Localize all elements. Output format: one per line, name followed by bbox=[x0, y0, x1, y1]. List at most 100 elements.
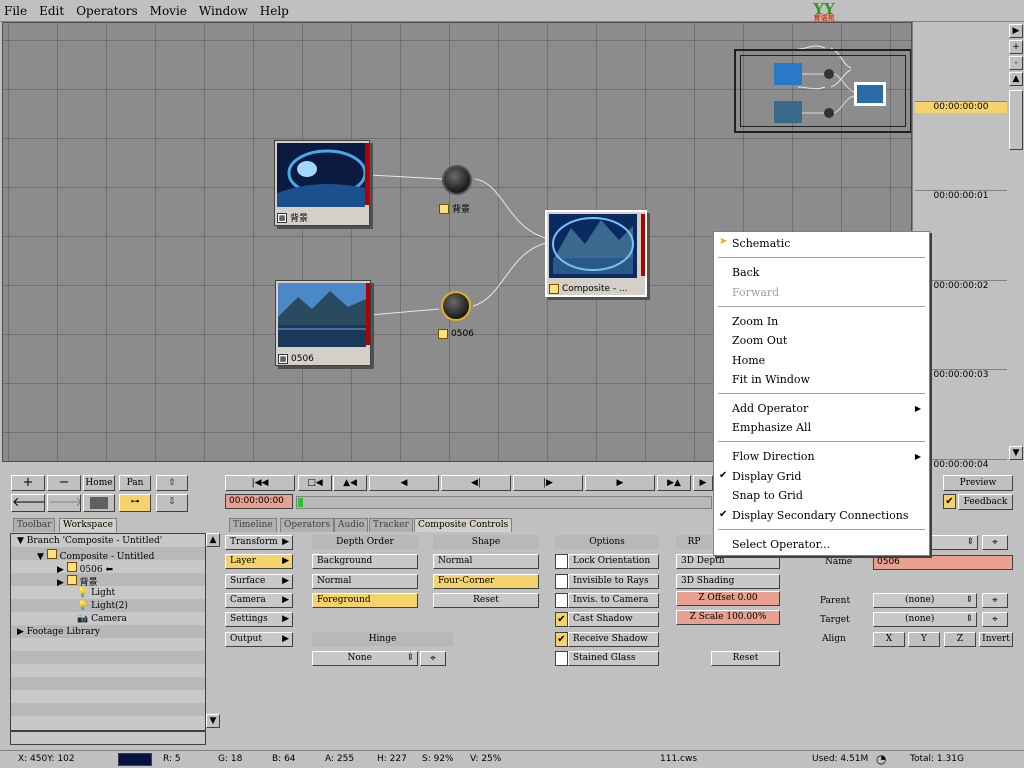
tree-branch[interactable]: ▼ Branch 'Composite - Untitled' bbox=[17, 536, 162, 546]
tab-toolbar[interactable]: Toolbar bbox=[13, 518, 56, 532]
cat-layer[interactable]: Layer ▶ bbox=[225, 554, 293, 569]
zoom-in-button[interactable]: + bbox=[11, 475, 45, 491]
shape-normal[interactable]: Normal bbox=[433, 554, 539, 569]
cat-camera[interactable]: Camera ▶ bbox=[225, 593, 293, 608]
align-x-button[interactable]: X bbox=[873, 632, 905, 647]
tree-hscroll[interactable] bbox=[10, 731, 206, 745]
down-arrow-icon[interactable]: ⇩ bbox=[156, 494, 188, 512]
tree-item-bg[interactable]: ▶ 背景 bbox=[57, 575, 98, 588]
ctx-zoom-out[interactable]: Zoom Out bbox=[732, 334, 787, 347]
timeline-scroll-down[interactable]: ▼ bbox=[1009, 446, 1023, 460]
rp-reset-button[interactable]: Reset bbox=[711, 651, 780, 666]
timecode-1[interactable]: 00:00:00:01 bbox=[915, 190, 1007, 202]
layer-pick-icon[interactable]: ⌖ bbox=[982, 535, 1008, 550]
tree-camera[interactable]: 📷 Camera bbox=[77, 614, 127, 624]
cast-shadow-checkbox[interactable]: ✔ bbox=[555, 612, 568, 627]
shape-reset-button[interactable]: Reset bbox=[433, 593, 539, 608]
tab-timeline[interactable]: Timeline bbox=[229, 518, 277, 532]
home-button[interactable]: Home bbox=[83, 475, 115, 491]
depth-background[interactable]: Background bbox=[312, 554, 418, 569]
forward-arrow-icon[interactable]: 🡒 bbox=[47, 494, 81, 512]
hinge-dropdown[interactable]: None ⇕ bbox=[312, 651, 418, 666]
lock-orientation-checkbox[interactable] bbox=[555, 554, 568, 569]
ctx-back[interactable]: Back bbox=[732, 266, 759, 279]
invis-camera-checkbox[interactable] bbox=[555, 593, 568, 608]
step-forward-icon[interactable]: ▶ bbox=[693, 475, 713, 491]
color-swatch-button[interactable] bbox=[83, 494, 115, 512]
layer-ball-0506[interactable] bbox=[441, 291, 471, 321]
stained-glass-checkbox[interactable] bbox=[555, 651, 568, 666]
target-dropdown[interactable]: (none) ⇕ bbox=[873, 612, 977, 627]
invisible-rays-label[interactable]: Invisible to Rays bbox=[568, 574, 659, 589]
z-scale-field[interactable]: Z Scale 100.00% bbox=[676, 610, 780, 625]
menu-file[interactable]: File bbox=[4, 4, 27, 18]
menu-window[interactable]: Window bbox=[199, 4, 248, 18]
node-0506[interactable]: ▦ 0506 bbox=[275, 280, 371, 366]
z-offset-field[interactable]: Z Offset 0.00 bbox=[676, 591, 780, 606]
cat-surface[interactable]: Surface ▶ bbox=[225, 574, 293, 589]
current-time-field[interactable]: 00:00:00:00 bbox=[225, 494, 293, 509]
receive-shadow-label[interactable]: Receive Shadow bbox=[568, 632, 659, 647]
go-start-icon[interactable]: |◀◀ bbox=[225, 475, 295, 491]
ctx-forward[interactable]: Forward bbox=[732, 286, 779, 299]
parent-dropdown[interactable]: (none) ⇕ bbox=[873, 593, 977, 608]
hinge-pick-icon[interactable]: ⌖ bbox=[420, 651, 446, 666]
ctx-fit-window[interactable]: Fit in Window bbox=[732, 373, 810, 386]
pan-button[interactable]: Pan bbox=[119, 475, 151, 491]
schematic-layout-icon[interactable]: ⊶ bbox=[119, 494, 151, 512]
tab-composite-controls[interactable]: Composite Controls bbox=[414, 518, 513, 532]
align-y-button[interactable]: Y bbox=[908, 632, 940, 647]
menu-operators[interactable]: Operators bbox=[76, 4, 137, 18]
target-pick-icon[interactable]: ⌖ bbox=[982, 612, 1008, 627]
feedback-checkbox[interactable]: ✔ bbox=[943, 494, 956, 509]
cat-settings[interactable]: Settings ▶ bbox=[225, 612, 293, 627]
timeline-scroll-up[interactable]: ▲ bbox=[1009, 72, 1023, 86]
timeline-zoom-minus[interactable]: - bbox=[1009, 56, 1023, 70]
layer-select-dropdown[interactable]: ⇕ bbox=[928, 535, 978, 550]
next-key-icon[interactable]: ▶▲ bbox=[657, 475, 691, 491]
ctx-add-operator[interactable]: Add Operator bbox=[732, 402, 808, 415]
tree-light[interactable]: 💡 Light bbox=[77, 588, 115, 598]
menu-help[interactable]: Help bbox=[260, 4, 289, 18]
cat-output[interactable]: Output ▶ bbox=[225, 632, 293, 647]
layer-ball-bg[interactable] bbox=[442, 165, 472, 195]
tab-operators[interactable]: Operators bbox=[280, 518, 335, 532]
node-bg[interactable]: ▦ 背景 bbox=[274, 140, 370, 226]
up-arrow-icon[interactable]: ⇧ bbox=[156, 475, 188, 491]
lock-orientation-label[interactable]: Lock Orientation bbox=[568, 554, 659, 569]
invisible-rays-checkbox[interactable] bbox=[555, 574, 568, 589]
3d-shading-button[interactable]: 3D Shading bbox=[676, 574, 780, 589]
timecode-0[interactable]: 00:00:00:00 bbox=[915, 101, 1007, 113]
frame-forward-icon[interactable]: |▶ bbox=[513, 475, 583, 491]
tree-light2[interactable]: 💡 Light(2) bbox=[77, 601, 128, 611]
ctx-schematic[interactable]: Schematic bbox=[732, 237, 790, 250]
node-composite[interactable]: Composite - ... bbox=[545, 210, 647, 297]
timeline-zoom-plus[interactable]: + bbox=[1009, 40, 1023, 54]
3d-depth-button[interactable]: 3D Depth bbox=[676, 554, 780, 569]
ctx-select-operator[interactable]: Select Operator... bbox=[732, 538, 830, 551]
depth-foreground[interactable]: Foreground bbox=[312, 593, 418, 608]
menu-edit[interactable]: Edit bbox=[39, 4, 64, 18]
tab-audio[interactable]: Audio bbox=[334, 518, 369, 532]
ctx-snap-grid[interactable]: Snap to Grid bbox=[732, 489, 803, 502]
ctx-zoom-in[interactable]: Zoom In bbox=[732, 315, 778, 328]
zoom-out-button[interactable]: − bbox=[47, 475, 81, 491]
timeline-scroll-thumb[interactable] bbox=[1009, 90, 1023, 150]
back-arrow-icon[interactable]: 🡐 bbox=[11, 494, 45, 512]
frame-back-icon[interactable]: ◀| bbox=[441, 475, 511, 491]
menu-movie[interactable]: Movie bbox=[150, 4, 187, 18]
shape-four-corner[interactable]: Four-Corner bbox=[433, 574, 539, 589]
cat-transform[interactable]: Transform ▶ bbox=[225, 535, 293, 550]
align-invert-button[interactable]: Invert bbox=[979, 632, 1013, 647]
play-reverse-icon[interactable]: ◀ bbox=[369, 475, 439, 491]
ctx-flow-direction[interactable]: Flow Direction bbox=[732, 450, 815, 463]
parent-pick-icon[interactable]: ⌖ bbox=[982, 593, 1008, 608]
invis-camera-label[interactable]: Invis. to Camera bbox=[568, 593, 659, 608]
tab-tracker[interactable]: Tracker bbox=[369, 518, 413, 532]
play-icon[interactable]: ▶ bbox=[585, 475, 655, 491]
tree-item-0506[interactable]: ▶ 0506 ⬅ bbox=[57, 562, 113, 575]
align-z-button[interactable]: Z bbox=[944, 632, 976, 647]
schematic-navigator[interactable] bbox=[734, 49, 911, 133]
tree-composite[interactable]: ▼ Composite - Untitled bbox=[37, 549, 154, 562]
time-slider[interactable] bbox=[296, 496, 712, 509]
